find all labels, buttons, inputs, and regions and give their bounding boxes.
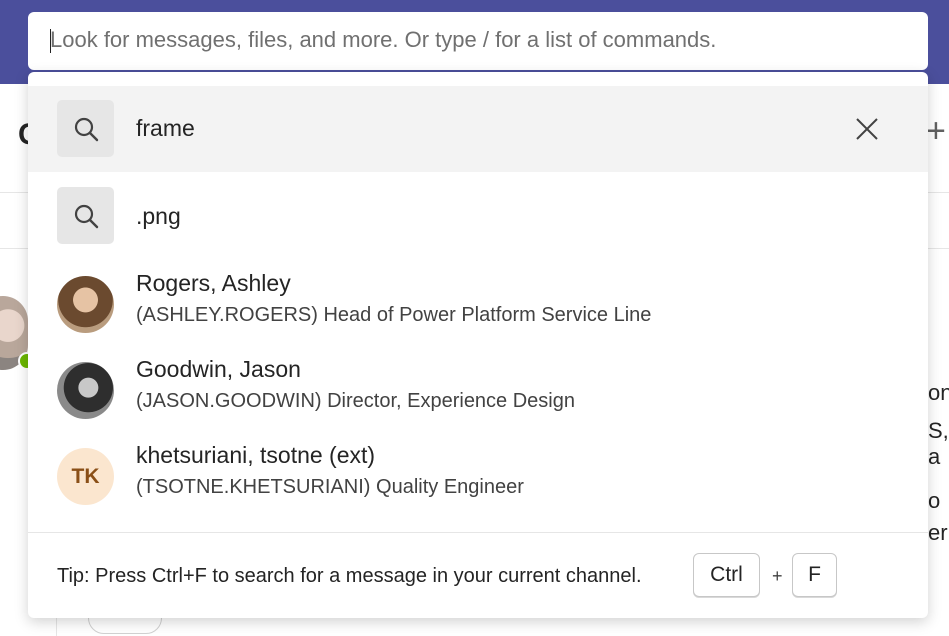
person-name: khetsuriani, tsotne (ext) xyxy=(136,442,376,468)
person-detail: (JASON.GOODWIN) Director, Experience Des… xyxy=(136,390,575,412)
avatar xyxy=(57,276,114,333)
avatar-initials: TK xyxy=(57,448,114,505)
search-placeholder: Look for messages, files, and more. Or t… xyxy=(50,27,717,52)
keyboard-key-f: F xyxy=(792,553,837,597)
search-icon xyxy=(57,100,114,157)
search-icon xyxy=(57,187,114,244)
person-name: Goodwin, Jason xyxy=(136,356,301,382)
suggestion-person-item[interactable]: TK khetsuriani, tsotne (ext) (TSOTNE.KHE… xyxy=(28,436,928,522)
suggestion-label: .png xyxy=(136,203,181,229)
close-icon xyxy=(856,118,878,140)
background-text-fragment: on xyxy=(928,380,949,405)
person-detail: (ASHLEY.ROGERS) Head of Power Platform S… xyxy=(136,304,652,326)
keyboard-key-ctrl: Ctrl xyxy=(693,553,760,597)
search-suggestions-dropdown: frame .png Rogers, Ashley (ASHLEY.ROGERS… xyxy=(28,72,928,618)
person-name: Rogers, Ashley xyxy=(136,270,291,296)
background-add-icon[interactable]: + xyxy=(926,112,946,151)
search-tip-text: Tip: Press Ctrl+F to search for a messag… xyxy=(57,565,642,587)
background-text-fragment: S, a xyxy=(928,418,949,469)
person-detail: (TSOTNE.KHETSURIANI) Quality Engineer xyxy=(136,476,524,498)
footer-divider xyxy=(28,532,928,533)
clear-search-button[interactable] xyxy=(852,114,882,144)
suggestion-search-item[interactable]: .png xyxy=(28,172,928,258)
background-text-fragment: er xyxy=(928,520,948,545)
search-query-text[interactable]: frame xyxy=(136,115,195,142)
avatar xyxy=(57,362,114,419)
search-query-row[interactable]: frame xyxy=(28,86,928,172)
suggestion-person-item[interactable]: Goodwin, Jason (JASON.GOODWIN) Director,… xyxy=(28,350,928,436)
key-combination-plus: + xyxy=(772,566,783,586)
background-text-fragment: o xyxy=(928,488,941,513)
suggestion-person-item[interactable]: Rogers, Ashley (ASHLEY.ROGERS) Head of P… xyxy=(28,264,928,350)
global-search-box[interactable]: Look for messages, files, and more. Or t… xyxy=(28,12,928,70)
